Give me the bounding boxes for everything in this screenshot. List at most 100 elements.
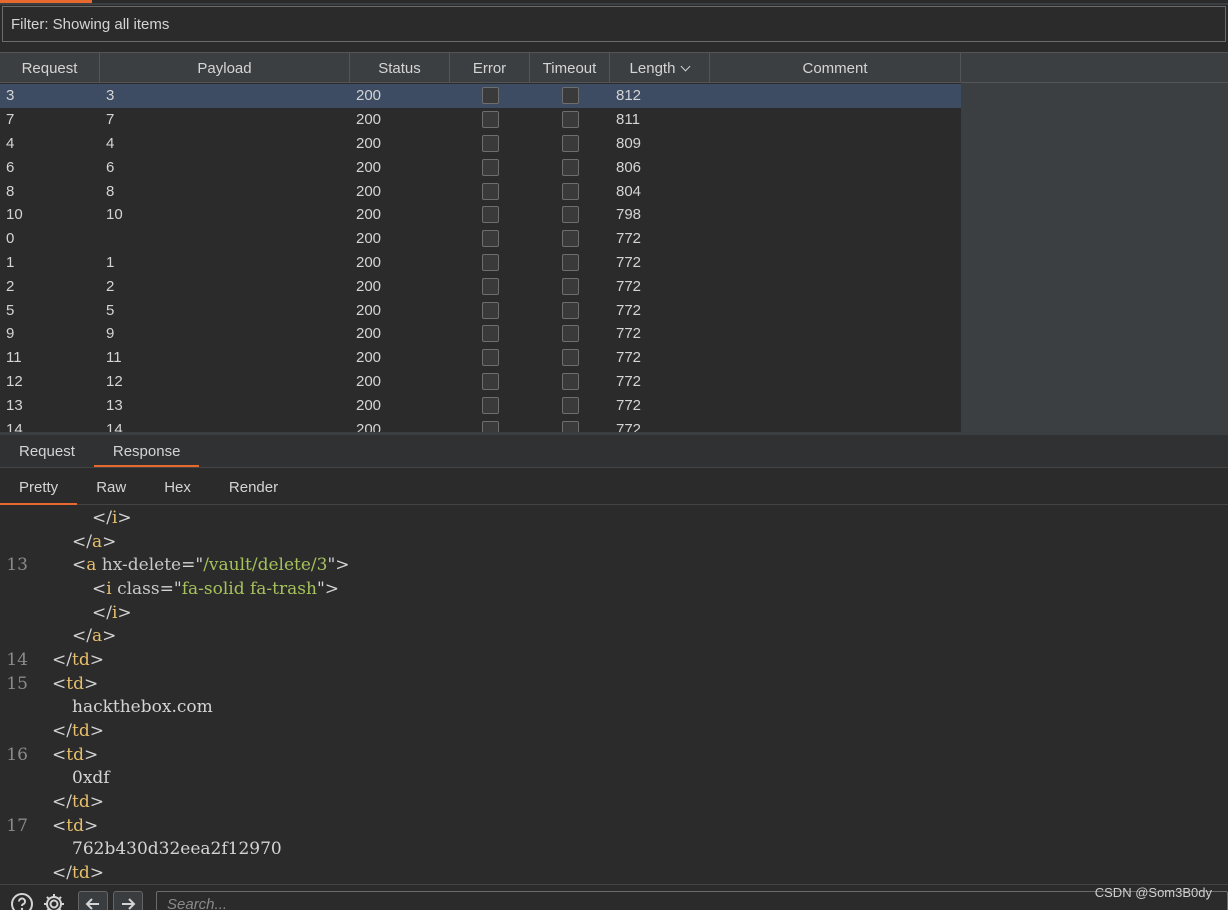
cell-payload: 11 xyxy=(106,349,122,367)
checkbox-timeout[interactable] xyxy=(561,158,579,176)
cell-request: 4 xyxy=(6,134,15,152)
sort-descending-icon xyxy=(680,61,691,71)
checkbox-timeout[interactable] xyxy=(561,325,579,343)
checkbox-error[interactable] xyxy=(481,301,499,319)
table-row[interactable]: 6 6 200 806 xyxy=(0,155,961,179)
tab-hex[interactable]: Hex xyxy=(145,469,210,505)
column-header-status[interactable]: Status xyxy=(350,53,450,83)
table-row[interactable]: 1 1 200 772 xyxy=(0,251,961,275)
checkbox-error[interactable] xyxy=(481,396,499,414)
arrow-right-icon[interactable] xyxy=(113,891,143,910)
checkbox-error[interactable] xyxy=(481,277,499,295)
checkbox-timeout[interactable] xyxy=(561,182,579,200)
tab-request[interactable]: Request xyxy=(0,435,94,467)
code-text: </a> xyxy=(28,532,116,552)
checkbox-error[interactable] xyxy=(481,372,499,390)
column-header-error[interactable]: Error xyxy=(450,53,530,83)
line-number: 15 xyxy=(6,673,28,694)
table-row[interactable]: 2 2 200 772 xyxy=(0,274,961,298)
cell-error xyxy=(450,322,530,346)
table-row[interactable]: 14 14 200 772 xyxy=(0,417,961,432)
code-token: 762b430d32eea2f12970 xyxy=(72,839,282,860)
checkbox-error[interactable] xyxy=(481,134,499,152)
table-row[interactable]: 3 3 200 812 xyxy=(0,84,961,108)
checkbox-error[interactable] xyxy=(481,182,499,200)
checkbox-timeout[interactable] xyxy=(561,372,579,390)
column-header-timeout[interactable]: Timeout xyxy=(530,53,610,83)
checkbox-timeout[interactable] xyxy=(561,206,579,224)
cell-payload xyxy=(100,227,350,251)
table-row[interactable]: 13 13 200 772 xyxy=(0,393,961,417)
checkbox-error[interactable] xyxy=(481,420,499,432)
cell-length: 812 xyxy=(616,87,642,105)
checkbox-timeout[interactable] xyxy=(561,396,579,414)
cell-status: 200 xyxy=(356,206,382,224)
tab-render[interactable]: Render xyxy=(210,469,297,505)
cell-payload: 4 xyxy=(106,134,115,152)
code-line: 16 <td> xyxy=(0,743,1228,767)
cell-payload: 8 xyxy=(106,182,115,200)
checkbox-error[interactable] xyxy=(481,111,499,129)
code-token: > xyxy=(89,792,104,813)
cell-payload: 1 xyxy=(106,253,115,271)
cell-request: 13 xyxy=(6,396,23,414)
table-row[interactable]: 8 8 200 804 xyxy=(0,179,961,203)
column-header-payload[interactable]: Payload xyxy=(100,53,350,83)
code-token: </ xyxy=(52,721,72,742)
code-token: fa-solid fa-trash xyxy=(181,578,317,599)
checkbox-timeout[interactable] xyxy=(561,301,579,319)
checkbox-timeout[interactable] xyxy=(561,134,579,152)
cell-status: 200 xyxy=(356,372,382,390)
checkbox-timeout[interactable] xyxy=(561,349,579,367)
checkbox-timeout[interactable] xyxy=(561,420,579,432)
checkbox-error[interactable] xyxy=(481,325,499,343)
line-number: 13 xyxy=(6,555,28,576)
code-token: </ xyxy=(52,792,72,813)
checkbox-error[interactable] xyxy=(481,87,499,105)
cell-payload: 5 xyxy=(106,301,115,319)
code-token: "> xyxy=(316,578,340,599)
table-row[interactable]: 10 10 200 798 xyxy=(0,203,961,227)
settings-icon[interactable] xyxy=(42,892,66,910)
column-header-request[interactable]: Request xyxy=(0,53,100,83)
arrow-left-icon[interactable] xyxy=(78,891,108,910)
table-row[interactable]: 9 9 200 772 xyxy=(0,322,961,346)
view-tabs: Pretty Raw Hex Render xyxy=(0,469,1228,505)
table-row[interactable]: 5 5 200 772 xyxy=(0,298,961,322)
filter-bar[interactable]: Filter: Showing all items xyxy=(2,6,1226,42)
cell-status: 200 xyxy=(356,301,382,319)
checkbox-timeout[interactable] xyxy=(561,87,579,105)
checkbox-error[interactable] xyxy=(481,158,499,176)
table-row[interactable]: 7 7 200 811 xyxy=(0,108,961,132)
cell-payload: 6 xyxy=(106,158,115,176)
checkbox-timeout[interactable] xyxy=(561,277,579,295)
code-line: 14 </td> xyxy=(0,648,1228,672)
tab-response[interactable]: Response xyxy=(93,435,200,467)
cell-error xyxy=(450,132,530,156)
checkbox-error[interactable] xyxy=(481,206,499,224)
response-editor[interactable]: </i> </a> 13 <a hx-delete="/vault/delete/3"… xyxy=(0,506,1228,884)
table-row[interactable]: 11 11 200 772 xyxy=(0,346,961,370)
checkbox-error[interactable] xyxy=(481,253,499,271)
table-row[interactable]: 12 12 200 772 xyxy=(0,370,961,394)
tab-pretty[interactable]: Pretty xyxy=(0,469,78,505)
checkbox-timeout[interactable] xyxy=(561,253,579,271)
help-icon[interactable] xyxy=(10,892,34,910)
column-header-length[interactable]: Length xyxy=(610,53,710,83)
checkbox-error[interactable] xyxy=(481,349,499,367)
tab-raw[interactable]: Raw xyxy=(77,469,145,505)
code-line: hackthebox.com xyxy=(0,696,1228,720)
checkbox-timeout[interactable] xyxy=(561,111,579,129)
column-header-comment[interactable]: Comment xyxy=(710,53,961,83)
search-input[interactable]: Search... xyxy=(156,891,1228,910)
checkbox-timeout[interactable] xyxy=(561,230,579,248)
table-row[interactable]: 0 200 772 xyxy=(0,227,961,251)
cell-request: 10 xyxy=(6,206,23,224)
checkbox-error[interactable] xyxy=(481,230,499,248)
cell-payload: 9 xyxy=(106,325,115,343)
cell-status: 200 xyxy=(356,134,382,152)
code-text: </td> xyxy=(28,721,104,741)
cell-payload: 7 xyxy=(106,111,115,129)
code-line: </i> xyxy=(0,506,1228,530)
table-row[interactable]: 4 4 200 809 xyxy=(0,132,961,156)
